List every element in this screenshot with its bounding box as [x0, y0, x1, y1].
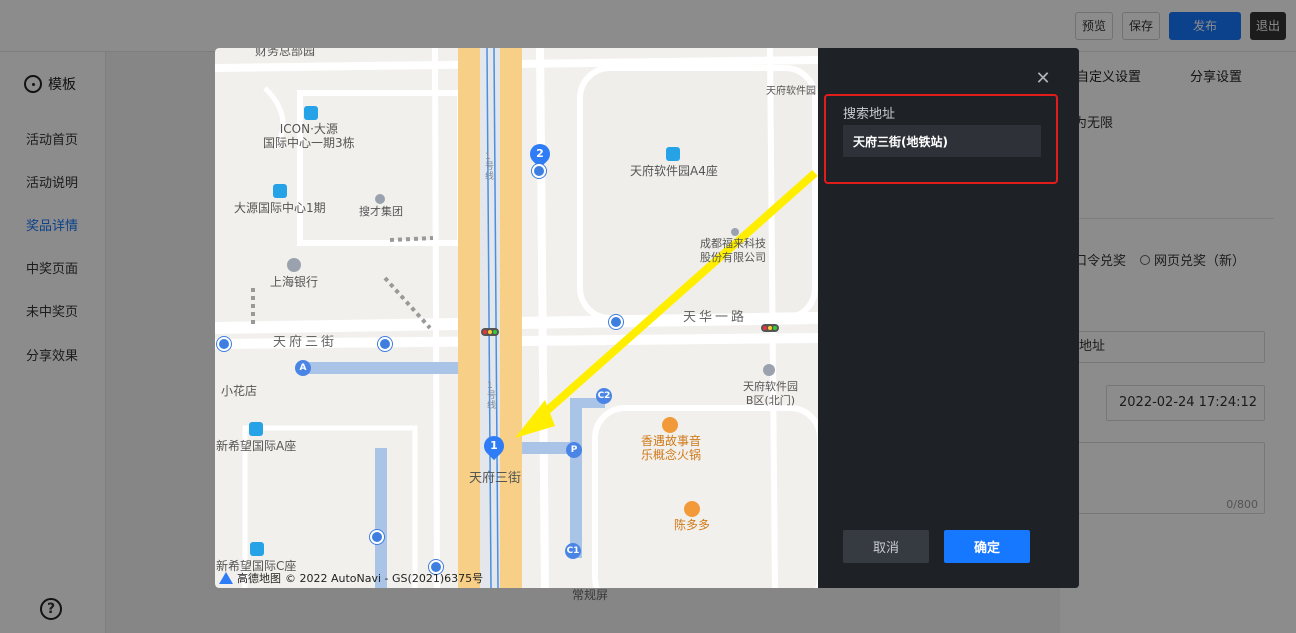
- bus-stop-icon[interactable]: [217, 337, 231, 351]
- map-label-top: 财务总部园: [255, 48, 316, 58]
- restaurant-icon: [662, 417, 678, 433]
- map-road-tianhua: 天华一路: [683, 310, 748, 325]
- map-label-line1-upper: 1号线: [485, 152, 495, 182]
- map-view[interactable]: 财务总部园 ICON·大源 国际中心一期3栋 大源国际中心1期 搜才集团 上海银…: [215, 48, 818, 588]
- bus-stop-icon[interactable]: [532, 164, 546, 178]
- location-picker-modal: 财务总部园 ICON·大源 国际中心一期3栋 大源国际中心1期 搜才集团 上海银…: [215, 48, 1079, 588]
- building-icon: [250, 542, 264, 556]
- building-icon: [666, 147, 680, 161]
- bus-stop-icon[interactable]: [378, 337, 392, 351]
- confirm-button[interactable]: 确定: [944, 530, 1030, 563]
- exit-marker-c1[interactable]: C1: [565, 543, 581, 559]
- bank-icon: [287, 258, 301, 272]
- metro-pin-2-label: 2: [536, 147, 544, 160]
- annotation-highlight-box: [824, 94, 1058, 184]
- map-label-chengdu-company: 成都福来科技 股份有限公司: [700, 237, 766, 264]
- map-label-chenduoduo: 陈多多: [674, 518, 711, 532]
- close-icon[interactable]: ✕: [1032, 68, 1054, 90]
- bus-stop-icon[interactable]: [370, 530, 384, 544]
- map-label-icon-tower: ICON·大源 国际中心一期3栋: [263, 122, 355, 150]
- map-label-dayuan: 大源国际中心1期: [234, 201, 326, 215]
- map-label-hotpot: 香遇故事音 乐概念火锅: [641, 434, 702, 462]
- restaurant-icon: [684, 501, 700, 517]
- map-label-tfsoft-cut: 天府软件园: [766, 86, 816, 97]
- map-label-tfsoft-a4: 天府软件园A4座: [630, 164, 718, 178]
- map-attribution: 高德地图 © 2022 AutoNavi - GS(2021)6375号: [219, 570, 483, 586]
- bus-stop-icon[interactable]: [609, 315, 623, 329]
- exit-marker-a[interactable]: A: [295, 360, 311, 376]
- building-icon: [273, 184, 287, 198]
- cancel-button[interactable]: 取消: [843, 530, 929, 563]
- building-icon: [249, 422, 263, 436]
- metro-pin-1[interactable]: 1: [479, 431, 509, 461]
- map-label-line1-lower: 1号线: [487, 381, 497, 411]
- amap-logo-icon: [219, 572, 233, 584]
- place-icon: [731, 228, 739, 236]
- building-icon: [304, 106, 318, 120]
- exit-marker-c2[interactable]: C2: [596, 388, 612, 404]
- map-road-tianfu3: 天府三街: [273, 335, 338, 350]
- map-label-shanghai-bank: 上海银行: [270, 275, 319, 289]
- map-copyright: © 2022 AutoNavi - GS(2021)6375号: [285, 572, 484, 585]
- map-label-tfsoft-b: 天府软件园 B区(北门): [743, 380, 798, 407]
- gate-icon: [763, 364, 775, 376]
- map-label-soucai: 搜才集团: [359, 205, 403, 218]
- map-label-station: 天府三街: [469, 471, 522, 486]
- amap-logo-text: 高德地图: [237, 572, 281, 585]
- place-icon: [375, 194, 385, 204]
- map-label-xinxiwang-a: 新希望国际A座: [216, 439, 297, 453]
- metro-pin-1-label: 1: [490, 439, 498, 452]
- parking-marker[interactable]: P: [566, 442, 582, 458]
- map-label-flower-shop: 小花店: [221, 384, 258, 398]
